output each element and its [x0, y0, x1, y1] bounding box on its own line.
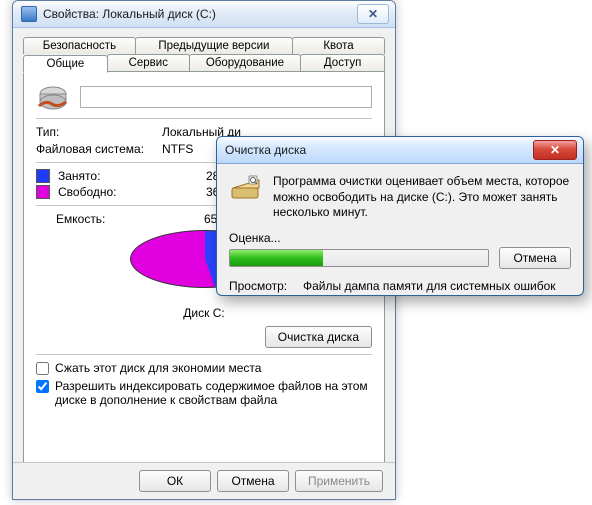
properties-close-button[interactable]: ✕	[357, 4, 389, 24]
index-checkbox-row[interactable]: Разрешить индексировать содержимое файло…	[36, 379, 372, 407]
compress-checkbox[interactable]	[36, 362, 49, 375]
tab-service[interactable]: Сервис	[107, 54, 190, 72]
disk-cleanup-dialog: Очистка диска ✕ Программа очистки оценив…	[216, 136, 584, 296]
cleanup-progress-fill	[230, 250, 323, 266]
free-swatch-icon	[36, 185, 50, 199]
cancel-button[interactable]: Отмена	[217, 470, 289, 492]
compress-label: Сжать этот диск для экономии места	[55, 361, 261, 375]
drive-titlebar-icon	[21, 6, 37, 22]
divider	[36, 354, 372, 355]
tab-prev-versions[interactable]: Предыдущие версии	[135, 37, 293, 54]
cleanup-cancel-button[interactable]: Отмена	[499, 247, 571, 269]
apply-button[interactable]: Применить	[295, 470, 383, 492]
properties-title: Свойства: Локальный диск (С:)	[43, 7, 353, 21]
tab-row-bottom: Общие Сервис Оборудование Доступ	[23, 53, 385, 71]
tab-hardware[interactable]: Оборудование	[189, 54, 301, 72]
drive-icon	[36, 82, 70, 112]
tab-row-top: Безопасность Предыдущие версии Квота	[23, 36, 385, 53]
view-label: Просмотр:	[229, 279, 293, 293]
disk-cleanup-button[interactable]: Очистка диска	[265, 326, 372, 348]
type-label: Тип:	[36, 125, 162, 139]
filesystem-label: Файловая система:	[36, 142, 162, 156]
disk-label: Диск С:	[36, 306, 372, 320]
tab-sharing[interactable]: Доступ	[300, 54, 385, 72]
cleanup-title: Очистка диска	[225, 143, 533, 157]
used-label: Занято:	[58, 169, 166, 183]
tab-quota[interactable]: Квота	[292, 37, 385, 54]
divider	[36, 118, 372, 119]
properties-titlebar[interactable]: Свойства: Локальный диск (С:) ✕	[13, 1, 395, 28]
close-icon: ✕	[550, 143, 560, 157]
compress-checkbox-row[interactable]: Сжать этот диск для экономии места	[36, 361, 372, 375]
assess-label: Оценка...	[229, 231, 281, 245]
ok-button[interactable]: ОК	[139, 470, 211, 492]
cleanup-close-button[interactable]: ✕	[533, 140, 577, 160]
properties-button-bar: ОК Отмена Применить	[13, 462, 395, 499]
tab-security[interactable]: Безопасность	[23, 37, 136, 54]
used-swatch-icon	[36, 169, 50, 183]
index-checkbox[interactable]	[36, 380, 49, 393]
capacity-label: Емкость:	[56, 212, 164, 226]
index-label: Разрешить индексировать содержимое файло…	[55, 379, 372, 407]
volume-label-input[interactable]	[80, 86, 372, 108]
cleanup-scan-icon	[229, 174, 263, 204]
cleanup-progress-bar	[229, 249, 489, 267]
tab-general[interactable]: Общие	[23, 55, 108, 73]
free-label: Свободно:	[58, 185, 166, 199]
view-value: Файлы дампа памяти для системных ошибок	[303, 279, 556, 293]
cleanup-titlebar[interactable]: Очистка диска ✕	[217, 137, 583, 164]
cleanup-message: Программа очистки оценивает объем места,…	[273, 174, 571, 221]
